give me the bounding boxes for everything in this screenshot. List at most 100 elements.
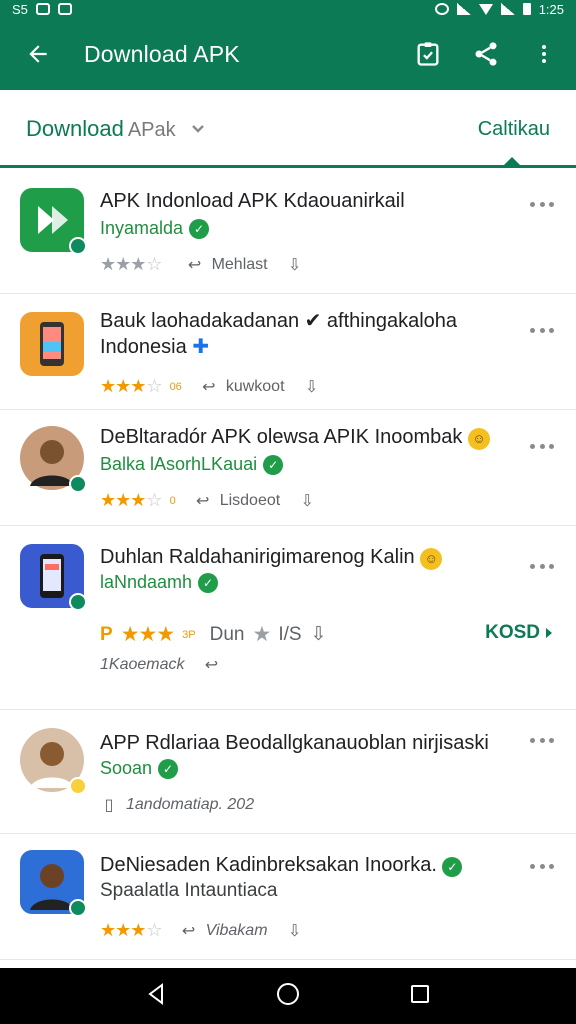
share-small-icon: ↩ xyxy=(181,922,196,940)
item-more-button[interactable] xyxy=(530,864,554,872)
share-button[interactable] xyxy=(470,38,502,70)
circle-home-icon xyxy=(276,982,299,1005)
filter-dropdown[interactable]: Download APak xyxy=(26,116,206,142)
app-title: APK Indonload APK Kdaouanirkail xyxy=(100,190,405,212)
item-more-button[interactable] xyxy=(530,444,554,452)
app-title: DeBltaradór APK olewsa APIK Inoombak ☺ xyxy=(100,424,506,450)
notification-icon xyxy=(35,3,50,15)
install-label: KOSD xyxy=(485,622,540,643)
meta-text: Lisdoeot xyxy=(219,491,281,509)
check-icon: ✓ xyxy=(158,758,179,779)
meta-text: Vibakam xyxy=(205,921,268,939)
meta-text: Mehlast xyxy=(211,255,268,273)
item-more-button[interactable] xyxy=(530,738,554,746)
document-icon: ▯ xyxy=(104,797,114,814)
back-button[interactable] xyxy=(20,36,56,72)
app-title: Bauk laohadakadanan ✔ afthingakaloha Ind… xyxy=(100,308,506,360)
app-title: Duhlan Raldahanirigimarenog Kalin ☺ xyxy=(100,544,506,570)
list-item[interactable]: Bauk laohadakadanan ✔ afthingakaloha Ind… xyxy=(0,294,576,410)
app-title-text: Bauk laohadakadanan ✔ afthingakaloha Ind… xyxy=(100,310,458,358)
rating-count: 06 xyxy=(169,380,182,393)
rating-stars: ★★★ xyxy=(120,623,175,646)
status-time: 1:25 xyxy=(538,1,564,17)
filter-sub-label: APak xyxy=(127,119,176,141)
more-vert-icon xyxy=(542,45,546,63)
list-item[interactable]: DeBltaradór APK olewsa APIK Inoombak ☺ B… xyxy=(0,410,576,526)
check-icon: ✓ xyxy=(442,857,463,877)
app-icon xyxy=(20,312,84,376)
download-small-icon[interactable]: ⇩ xyxy=(286,922,304,940)
rating-stars: ★★★ ☆ xyxy=(100,376,163,396)
verified-badge-icon xyxy=(69,475,87,493)
app-icon xyxy=(20,188,87,255)
item-more-button[interactable] xyxy=(530,202,554,210)
meta-text: 1andomatiap. 202 xyxy=(126,796,255,813)
download-small-icon[interactable]: ⇩ xyxy=(303,378,321,396)
list-item[interactable]: APK Indonload APK Kdaouanirkail Inyamald… xyxy=(0,172,576,294)
nav-back-button[interactable] xyxy=(144,982,168,1011)
app-title-text: DeNiesaden Kadinbreksakan Inoorka. xyxy=(100,854,437,876)
signal-icon-2 xyxy=(500,3,515,15)
arrow-right-icon xyxy=(546,628,552,638)
app-list: APK Indonload APK Kdaouanirkail Inyamald… xyxy=(0,172,576,960)
submeta-text: 1Kaoemack xyxy=(100,656,185,673)
app-title: DeNiesaden Kadinbreksakan Inoorka. ✓ xyxy=(100,852,506,878)
meta-text: Dun xyxy=(209,623,245,645)
item-more-button[interactable] xyxy=(530,564,554,572)
triangle-back-icon xyxy=(147,982,163,1005)
location-icon xyxy=(434,3,449,15)
app-developer: Balka lAsorhLKauai ✓ xyxy=(100,454,284,475)
check-icon: ✓ xyxy=(198,572,219,593)
share-icon xyxy=(475,42,497,66)
share-small-icon: ↩ xyxy=(187,256,202,274)
app-developer: Inyamalda ✓ xyxy=(100,218,210,239)
verified-badge-icon xyxy=(69,593,87,611)
list-item[interactable]: Duhlan Raldahanirigimarenog Kalin ☺ laNn… xyxy=(0,526,576,710)
battery-icon xyxy=(522,3,531,15)
developer-name: Sooan xyxy=(100,758,153,778)
share-small-icon: ↩ xyxy=(204,657,219,674)
app-developer: Spaalatla Intauntiaca xyxy=(100,880,278,901)
square-recents-icon xyxy=(411,984,430,1003)
app-notification-icon xyxy=(57,3,72,15)
app-submeta: 1Kaoemack ↩ xyxy=(100,656,221,674)
install-button[interactable]: KOSD xyxy=(485,622,554,644)
app-title: APP Rdlariaa Beodallgkanauoblan nirjisas… xyxy=(100,732,489,754)
rating-stars: ★★★ ☆ xyxy=(100,254,163,274)
list-item[interactable]: APP Rdlariaa Beodallgkanauoblan nirjisas… xyxy=(0,710,576,834)
check-icon: ✓ xyxy=(263,454,284,475)
status-bar: S5 1:25 xyxy=(0,0,576,18)
plus-icon: ✚ xyxy=(192,336,210,358)
smile-emoji-icon: ☺ xyxy=(467,428,490,450)
clipboard-check-icon xyxy=(417,42,439,66)
app-icon xyxy=(20,850,87,917)
filter-label: Download xyxy=(26,116,124,141)
more-options-button[interactable] xyxy=(528,38,560,70)
nav-home-button[interactable] xyxy=(275,981,301,1012)
app-meta: ★★★ ☆ 06 ↩ kuwkoot ⇩ xyxy=(100,376,321,397)
app-title-text: Duhlan Raldahanirigimarenog Kalin xyxy=(100,546,415,568)
signal-icon xyxy=(456,3,471,15)
app-meta: ▯ 1andomatiap. 202 xyxy=(100,796,255,814)
rating-stars: ★★★ ☆ xyxy=(100,920,163,940)
meta-text: kuwkoot xyxy=(225,377,285,395)
wifi-icon xyxy=(478,3,493,15)
app-icon xyxy=(20,728,87,795)
app-developer: laNndaamh ✓ xyxy=(100,572,219,593)
phone-icon xyxy=(40,322,64,366)
save-button[interactable] xyxy=(412,38,444,70)
rating-count: 0 xyxy=(169,494,176,507)
download-small-icon[interactable]: ⇩ xyxy=(298,492,316,510)
download-small-icon[interactable]: ⇩ xyxy=(286,256,304,274)
nav-recents-button[interactable] xyxy=(408,982,432,1011)
rating-stars: ★★★ ☆ xyxy=(100,490,163,510)
list-item[interactable]: DeNiesaden Kadinbreksakan Inoorka. ✓ Spa… xyxy=(0,834,576,960)
tab-indicator xyxy=(504,157,520,165)
app-meta: ★★★ ☆ 0 ↩ Lisdoeot ⇩ xyxy=(100,490,316,511)
arrow-left-icon xyxy=(29,45,47,63)
download-small-icon[interactable]: ⇩ xyxy=(310,624,328,645)
app-bar: Download APK xyxy=(0,18,576,90)
item-more-button[interactable] xyxy=(530,328,554,336)
verified-badge-icon xyxy=(69,899,87,917)
category-tab[interactable]: Caltikau xyxy=(478,118,550,141)
